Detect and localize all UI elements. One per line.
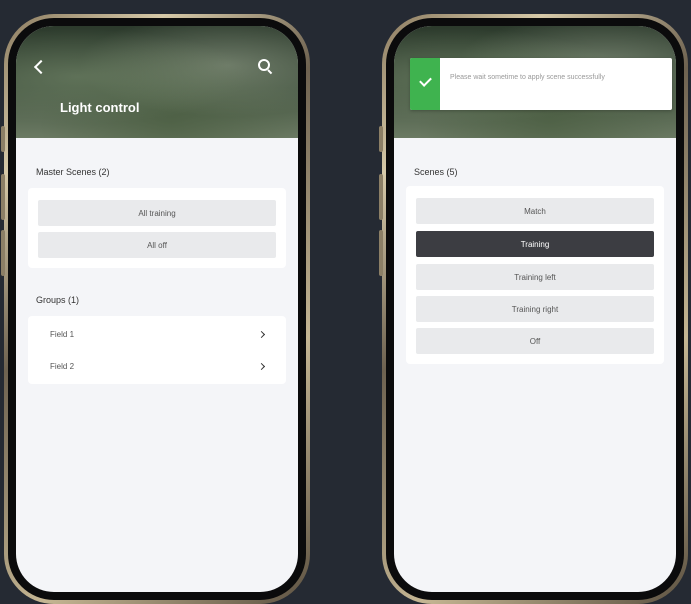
search-icon[interactable] (258, 59, 274, 75)
scenes-card: Match Training Training left Training ri… (406, 186, 664, 364)
header-banner: Light control (16, 26, 298, 138)
scene-button-all-training[interactable]: All training (38, 200, 276, 226)
page-title: Light control (60, 100, 140, 115)
back-icon[interactable] (33, 59, 49, 75)
groups-title: Groups (1) (36, 295, 80, 305)
check-icon (419, 74, 432, 87)
groups-card: Field 1 Field 2 (28, 316, 286, 384)
phone-left: Light control Master Scenes (2) All trai… (1, 14, 310, 604)
phone-bezel: Please wait sometime to apply scene succ… (386, 18, 684, 600)
side-button (379, 230, 383, 276)
scene-button-off[interactable]: Off (416, 328, 654, 354)
side-button (1, 174, 5, 220)
phone-bezel: Light control Master Scenes (2) All trai… (8, 18, 306, 600)
side-button (1, 126, 5, 152)
group-item-label: Field 1 (50, 330, 75, 339)
screen-scenes: Please wait sometime to apply scene succ… (394, 26, 676, 592)
screen-light-control: Light control Master Scenes (2) All trai… (16, 26, 298, 592)
toast-accent (410, 58, 440, 110)
scene-button-training-right[interactable]: Training right (416, 296, 654, 322)
master-scenes-card: All training All off (28, 188, 286, 268)
success-toast: Please wait sometime to apply scene succ… (410, 58, 672, 110)
side-button (1, 230, 5, 276)
chevron-right-icon (257, 330, 266, 339)
phone-right: Please wait sometime to apply scene succ… (379, 14, 688, 604)
scenes-title: Scenes (5) (414, 167, 458, 177)
group-item-label: Field 2 (50, 362, 75, 371)
master-scenes-title: Master Scenes (2) (36, 167, 110, 177)
scene-button-all-off[interactable]: All off (38, 232, 276, 258)
side-button (379, 174, 383, 220)
side-button (379, 126, 383, 152)
scene-button-training-left[interactable]: Training left (416, 264, 654, 290)
group-item-field-1[interactable]: Field 1 (28, 318, 286, 350)
chevron-right-icon (257, 362, 266, 371)
group-item-field-2[interactable]: Field 2 (28, 350, 286, 382)
scene-button-match[interactable]: Match (416, 198, 654, 224)
toast-message: Please wait sometime to apply scene succ… (450, 74, 605, 81)
scene-button-training[interactable]: Training (416, 231, 654, 257)
